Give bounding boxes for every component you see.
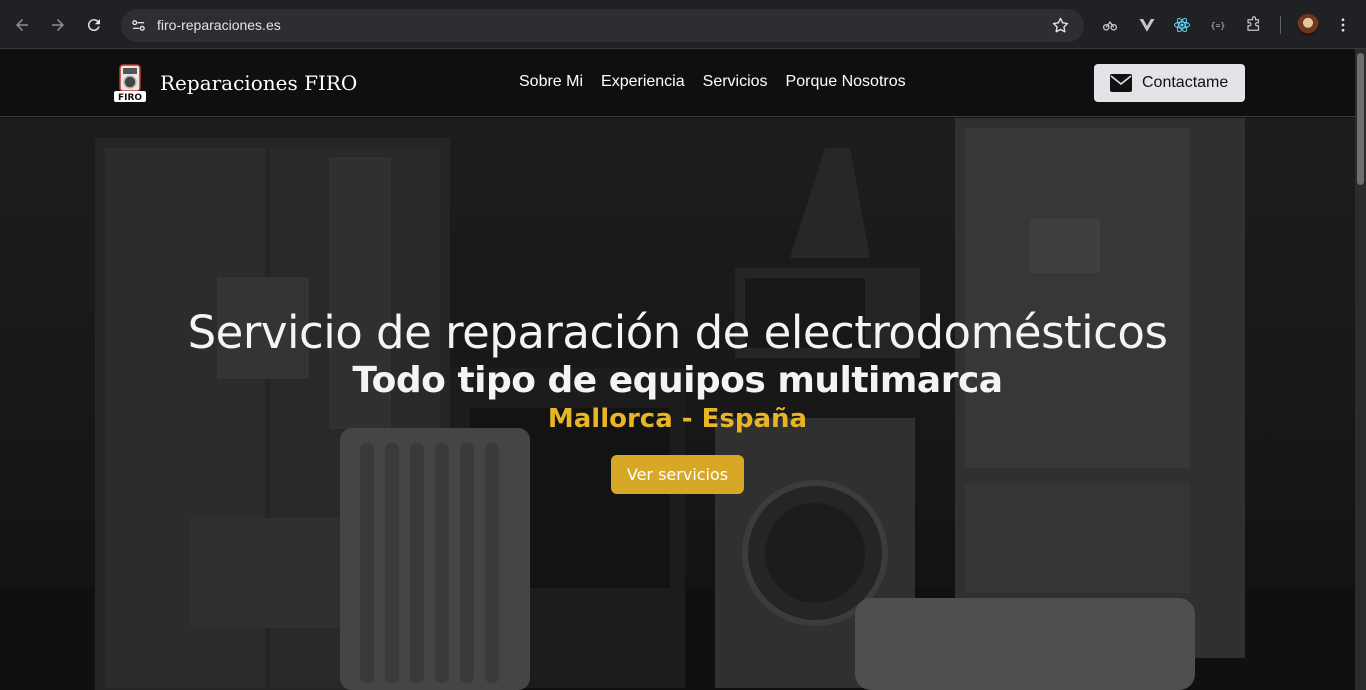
svg-text:FIRO: FIRO — [118, 93, 142, 103]
toolbar-divider — [1280, 16, 1281, 34]
site-navbar: FIRO Reparaciones FIRO Sobre Mi Experien… — [0, 49, 1355, 117]
scrollbar-thumb[interactable] — [1357, 53, 1364, 185]
firo-logo[interactable]: FIRO — [112, 63, 148, 103]
code-extension-icon[interactable]: {=} — [1207, 14, 1229, 36]
page-viewport: FIRO Reparaciones FIRO Sobre Mi Experien… — [0, 49, 1355, 690]
page-scrollbar[interactable] — [1355, 49, 1366, 690]
main-nav: Sobre Mi Experiencia Servicios Porque No… — [510, 73, 915, 91]
svg-text:{=}: {=} — [1211, 20, 1226, 30]
site-info-icon[interactable] — [127, 14, 150, 37]
address-bar[interactable]: firo-reparaciones.es — [121, 9, 1084, 42]
hero-location: Mallorca - España — [547, 404, 808, 434]
forward-icon[interactable] — [45, 12, 71, 38]
react-extension-icon[interactable] — [1171, 14, 1193, 36]
menu-icon[interactable] — [1332, 14, 1354, 36]
puzzle-icon[interactable] — [1243, 14, 1265, 36]
star-icon[interactable] — [1051, 16, 1070, 35]
url-text[interactable]: firo-reparaciones.es — [157, 17, 281, 33]
reload-icon[interactable] — [81, 12, 107, 38]
brand-name[interactable]: Reparaciones FIRO — [160, 71, 357, 95]
nav-porque-nosotros[interactable]: Porque Nosotros — [777, 73, 915, 91]
hero-title: Servicio de reparación de electrodomésti… — [187, 306, 1168, 359]
hero-section: Servicio de reparación de electrodomésti… — [0, 118, 1355, 690]
profile-avatar[interactable] — [1297, 14, 1319, 36]
contact-button-label: Contactame — [1142, 74, 1229, 91]
nav-servicios[interactable]: Servicios — [694, 73, 777, 91]
vue-extension-icon[interactable] — [1136, 14, 1158, 36]
nav-sobre-mi[interactable]: Sobre Mi — [510, 73, 592, 91]
extension-cloud-icon[interactable] — [1099, 14, 1121, 36]
browser-toolbar: firo-reparaciones.es {=} — [0, 0, 1366, 49]
ver-servicios-button[interactable]: Ver servicios — [611, 455, 744, 494]
contact-button[interactable]: Contactame — [1094, 64, 1245, 102]
hero-subtitle: Todo tipo de equipos multimarca — [352, 360, 1003, 401]
nav-experiencia[interactable]: Experiencia — [592, 73, 694, 91]
back-icon[interactable] — [9, 12, 35, 38]
envelope-icon — [1110, 74, 1132, 92]
